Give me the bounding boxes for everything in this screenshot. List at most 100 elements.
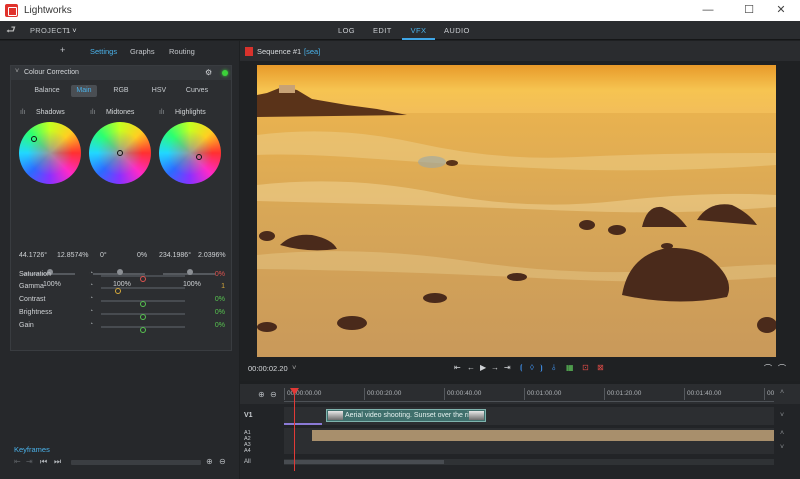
ruler-tick — [364, 388, 365, 400]
contrast-knob[interactable] — [140, 301, 146, 307]
zoom-out-icon[interactable]: ⊖ — [219, 457, 226, 466]
mode-tab-curves[interactable]: Curves — [179, 85, 215, 97]
gain-knob[interactable] — [140, 327, 146, 333]
reset-icon[interactable]: ◔ — [89, 321, 93, 328]
playhead-line[interactable] — [294, 389, 295, 471]
keyframe-track[interactable] — [71, 460, 201, 465]
scroll-down-chevron-icon[interactable]: ˅ — [780, 412, 784, 419]
timeline-scrollbar[interactable] — [284, 459, 774, 465]
timeline-ruler[interactable]: 00:00:00.00 00:00:20.00 00:00:40.00 00:0… — [284, 388, 774, 402]
insert-button[interactable]: ▦ — [566, 363, 574, 372]
histogram-icon[interactable]: ılı — [159, 109, 164, 116]
mode-tab-main[interactable]: Main — [71, 85, 97, 97]
scroll-down-chevron-icon[interactable]: ˅ — [780, 444, 784, 451]
minimize-button[interactable]: — — [695, 2, 721, 18]
go-to-end-button[interactable]: ⇥ — [504, 363, 511, 372]
ruler-label: 00:01:00.00 — [527, 390, 562, 397]
ruler-label: 00:00:20.00 — [367, 390, 402, 397]
go-to-end-icon[interactable]: ⏭ — [54, 457, 61, 467]
add-effect-button[interactable]: + — [60, 45, 65, 55]
next-keyframe-icon[interactable]: ⇥ — [26, 457, 33, 466]
tab-routing[interactable]: Routing — [169, 47, 195, 56]
effect-enabled-indicator[interactable] — [222, 70, 228, 76]
gamma-knob[interactable] — [114, 288, 121, 294]
collapse-chevron-icon[interactable]: ˅ — [15, 68, 19, 75]
ruler-tick — [604, 388, 605, 400]
tab-graphs[interactable]: Graphs — [130, 47, 155, 56]
zoom-out-icon[interactable]: ⊖ — [270, 390, 277, 399]
shadows-color-wheel[interactable] — [19, 122, 81, 184]
saturation-slider[interactable] — [101, 275, 185, 282]
tab-audio[interactable]: AUDIO — [438, 21, 476, 40]
track-label-a4[interactable]: A4 — [244, 448, 251, 454]
play-button[interactable]: ▶ — [480, 363, 486, 372]
reset-icon[interactable]: ◔ — [89, 308, 93, 315]
midtones-wheel-handle[interactable] — [117, 150, 123, 156]
property-label: Saturation — [19, 271, 51, 278]
mode-tab-balance[interactable]: Balance — [25, 85, 69, 97]
effect-header[interactable]: ˅ Colour Correction ⚙ — [11, 66, 231, 80]
close-button[interactable]: ✕ — [768, 2, 794, 18]
timecode-menu-chevron[interactable]: ˅ — [292, 363, 296, 372]
zoom-in-icon[interactable]: ⊕ — [206, 457, 213, 466]
delete-button[interactable]: ⊠ — [597, 363, 604, 372]
histogram-icon[interactable]: ılı — [90, 109, 95, 116]
clear-marks-button[interactable]: ⫰ — [552, 363, 555, 373]
property-value[interactable]: 1 — [195, 283, 225, 290]
scroll-up-chevron-icon[interactable]: ˄ — [780, 430, 784, 437]
mark-clip-button[interactable]: ◊ — [530, 363, 534, 372]
tab-log[interactable]: LOG — [332, 21, 361, 40]
audio-clip[interactable] — [312, 430, 774, 441]
step-back-button[interactable]: ← — [467, 363, 475, 372]
step-forward-button[interactable]: → — [491, 363, 499, 372]
sequence-subtitle: [sea] — [304, 47, 321, 56]
clip-thumbnail — [328, 411, 343, 420]
reset-icon[interactable]: ◔ — [89, 282, 93, 289]
replace-button[interactable]: ⊡ — [582, 363, 589, 372]
project-selector[interactable]: 1 ˅ — [66, 26, 77, 35]
reset-icon[interactable]: ◔ — [89, 295, 93, 302]
reset-icon[interactable]: ◔ — [89, 270, 93, 277]
histogram-icon[interactable]: ılı — [20, 109, 25, 116]
highlights-color-wheel[interactable] — [159, 122, 221, 184]
tab-edit[interactable]: EDIT — [367, 21, 398, 40]
scroll-up-chevron-icon[interactable]: ˄ — [780, 389, 784, 396]
prev-keyframe-icon[interactable]: ⇤ — [14, 457, 21, 466]
video-frame[interactable] — [257, 65, 776, 357]
brightness-knob[interactable] — [140, 314, 146, 320]
loop-right-button[interactable]: ⌒ — [778, 363, 786, 374]
mode-tab-rgb[interactable]: RGB — [108, 85, 134, 97]
gamma-slider[interactable] — [101, 287, 185, 294]
property-value[interactable]: 0% — [195, 322, 225, 329]
loop-left-button[interactable]: ⌒ — [764, 363, 772, 374]
project-label: PROJECT — [30, 26, 68, 35]
shadows-wheel-handle[interactable] — [31, 136, 37, 142]
maximize-button[interactable]: ☐ — [736, 2, 762, 18]
brightness-slider[interactable] — [101, 313, 185, 320]
gain-slider[interactable] — [101, 326, 185, 333]
midtones-color-wheel[interactable] — [89, 122, 151, 184]
highlights-wheel-handle[interactable] — [196, 154, 202, 160]
track-label-v1[interactable]: V1 — [244, 412, 253, 419]
property-label: Gamma — [19, 283, 44, 290]
tab-settings[interactable]: Settings — [90, 47, 117, 56]
scrollbar-thumb[interactable] — [284, 460, 444, 464]
property-row-gamma: Gamma ◔ 1 — [19, 282, 225, 295]
exit-project-icon[interactable]: ⮐ — [6, 25, 18, 36]
mark-out-button[interactable]: ⦘ — [540, 363, 543, 373]
zoom-in-icon[interactable]: ⊕ — [258, 390, 265, 399]
contrast-slider[interactable] — [101, 300, 185, 307]
track-label-all[interactable]: All — [244, 459, 251, 465]
mark-in-button[interactable]: ⦗ — [520, 363, 523, 373]
tab-vfx[interactable]: VFX — [402, 21, 435, 40]
property-value[interactable]: 0% — [195, 271, 225, 278]
gear-icon[interactable]: ⚙ — [205, 68, 212, 77]
property-value[interactable]: 0% — [195, 309, 225, 316]
go-to-start-icon[interactable]: ⏮ — [40, 457, 47, 467]
go-to-start-button[interactable]: ⇤ — [454, 363, 461, 372]
mode-tab-hsv[interactable]: HSV — [146, 85, 172, 97]
video-clip[interactable]: Aerial video shooting. Sunset over the r… — [326, 409, 486, 422]
saturation-knob[interactable] — [140, 276, 146, 282]
property-value[interactable]: 0% — [195, 296, 225, 303]
timecode-display[interactable]: 00:00:02.20 — [248, 364, 288, 373]
